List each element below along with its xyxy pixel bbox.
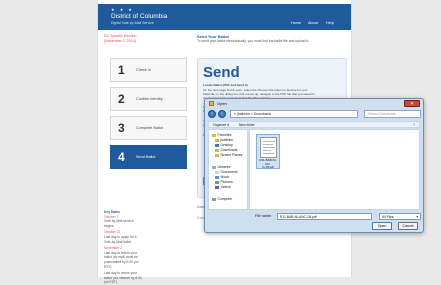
step-complete-ballot[interactable]: 3 Complete Ballot bbox=[110, 116, 187, 140]
dialog-title: Open bbox=[217, 100, 227, 106]
step-number: 1 bbox=[118, 63, 125, 77]
computer-icon bbox=[212, 197, 216, 201]
thumb-line bbox=[263, 144, 273, 145]
step-label: Complete Ballot bbox=[136, 126, 163, 130]
thumb-line bbox=[263, 150, 271, 151]
file-item-pdf[interactable]: R11-BAB-NI-DC- C-18.pdf bbox=[256, 134, 280, 169]
site-title[interactable]: District of Columbia bbox=[111, 13, 167, 20]
help-icon[interactable]: ? bbox=[413, 122, 415, 128]
step-confirm-identity[interactable]: 2 Confirm Identity bbox=[110, 87, 187, 111]
tree-item-libraries[interactable]: Libraries bbox=[212, 165, 231, 169]
site-subtitle: Digital Vote-by-Mail Service bbox=[111, 21, 154, 25]
key-date-text: Vote-by-Mail service begins bbox=[104, 219, 134, 228]
open-button[interactable]: Open bbox=[372, 222, 392, 230]
step-send-ballot[interactable]: 4 Send Ballot bbox=[110, 145, 187, 169]
tree-item-recent-places[interactable]: Recent Places bbox=[215, 153, 242, 157]
nav-about[interactable]: About bbox=[308, 21, 318, 25]
file-name: R11-BAB-NI-DC- C-18.pdf bbox=[257, 158, 279, 170]
intro-text: To send your ballot electronically, you … bbox=[197, 39, 310, 43]
tree-item-computer[interactable]: Computer bbox=[212, 197, 232, 201]
key-dates: Key Dates October 7 Vote-by-Mail service… bbox=[104, 210, 144, 285]
cancel-button[interactable]: Cancel bbox=[398, 222, 418, 230]
nav-help[interactable]: Help bbox=[326, 21, 334, 25]
star-icon bbox=[212, 133, 216, 137]
navigation-pane: Favorites jhalbhim Desktop Downloads Rec… bbox=[208, 129, 248, 210]
step-number: 4 bbox=[118, 150, 125, 164]
folder-icon bbox=[215, 148, 219, 152]
thumb-line bbox=[263, 147, 275, 148]
tree-item-music[interactable]: Music bbox=[215, 175, 229, 179]
pdf-file-icon bbox=[260, 137, 277, 158]
dialog-toolbar: Organize ▾ New folder ? bbox=[208, 121, 420, 128]
video-icon bbox=[215, 185, 219, 189]
step-list: 1 Check In 2 Confirm Identity 3 Complete… bbox=[110, 58, 187, 174]
thumb-line bbox=[263, 141, 275, 142]
folder-icon bbox=[215, 153, 219, 157]
key-date-text: Last day to return your ballot (via inte… bbox=[104, 271, 142, 285]
thumb-line bbox=[263, 153, 274, 154]
site-header: ★ ★ ★ District of Columbia Digital Vote-… bbox=[98, 4, 351, 30]
step-label: Check In bbox=[136, 68, 151, 72]
election-label: DC Specific Election (November 2, 2010) bbox=[104, 34, 164, 44]
filename-input[interactable]: R11-BAB-NI-ANC-1B.pdf bbox=[277, 212, 372, 220]
tree-item-desktop[interactable]: Desktop bbox=[215, 143, 233, 147]
filename-label: File name: bbox=[255, 214, 272, 218]
back-arrow-icon[interactable]: ‹ bbox=[208, 110, 216, 118]
new-folder-button[interactable]: New folder bbox=[239, 122, 255, 128]
organize-menu[interactable]: Organize ▾ bbox=[213, 122, 229, 128]
filetype-value: All Files bbox=[382, 214, 394, 219]
forward-arrow-icon[interactable]: › bbox=[218, 110, 226, 118]
search-input[interactable]: Search Downloads bbox=[364, 110, 421, 118]
music-icon bbox=[215, 175, 219, 179]
step-label: Confirm Identity bbox=[136, 97, 163, 101]
library-icon bbox=[212, 165, 216, 169]
election-date: (November 2, 2010) bbox=[104, 39, 136, 43]
tree-item-downloads[interactable]: Downloads bbox=[215, 148, 237, 152]
folder-icon bbox=[209, 101, 214, 106]
nav-home[interactable]: Home bbox=[291, 21, 301, 25]
folder-icon bbox=[215, 138, 219, 142]
file-name-line: C-18.pdf bbox=[262, 165, 274, 170]
step-check-in[interactable]: 1 Check In bbox=[110, 58, 187, 82]
instruction-line: Locate Ballot (PDF and Send it) bbox=[203, 83, 248, 87]
filetype-select[interactable]: All Files ▾ bbox=[379, 212, 421, 220]
document-icon bbox=[215, 170, 219, 174]
open-file-dialog: Open ✕ ‹ › « jhalbhim » Downloads Search… bbox=[204, 98, 424, 233]
address-bar-row: ‹ › « jhalbhim » Downloads Search Downlo… bbox=[208, 110, 421, 119]
send-heading: Send bbox=[203, 64, 240, 81]
chevron-down-icon: ▾ bbox=[416, 214, 418, 219]
address-bar[interactable]: « jhalbhim » Downloads bbox=[230, 110, 358, 118]
desktop-icon bbox=[215, 143, 219, 147]
tree-item-pictures[interactable]: Pictures bbox=[215, 180, 233, 184]
tree-item-favorites[interactable]: Favorites bbox=[212, 133, 231, 137]
step-number: 2 bbox=[118, 92, 125, 106]
flag-stars: ★ ★ ★ bbox=[111, 7, 134, 12]
tree-item-videos[interactable]: Videos bbox=[215, 185, 231, 189]
tree-item-jhalbhim[interactable]: jhalbhim bbox=[215, 138, 233, 142]
picture-icon bbox=[215, 180, 219, 184]
file-list: R11-BAB-NI-DC- C-18.pdf bbox=[249, 129, 420, 210]
key-date-text: Last day to apply for a Vote-by-Mail bal… bbox=[104, 234, 137, 244]
step-number: 3 bbox=[118, 121, 125, 135]
step-label: Send Ballot bbox=[136, 155, 156, 159]
close-icon[interactable]: ✕ bbox=[404, 100, 420, 107]
tree-item-documents[interactable]: Documents bbox=[215, 170, 238, 174]
key-date-text: Last day to return your ballot (by mail,… bbox=[104, 250, 139, 269]
dialog-titlebar[interactable]: Open ✕ bbox=[205, 99, 423, 108]
